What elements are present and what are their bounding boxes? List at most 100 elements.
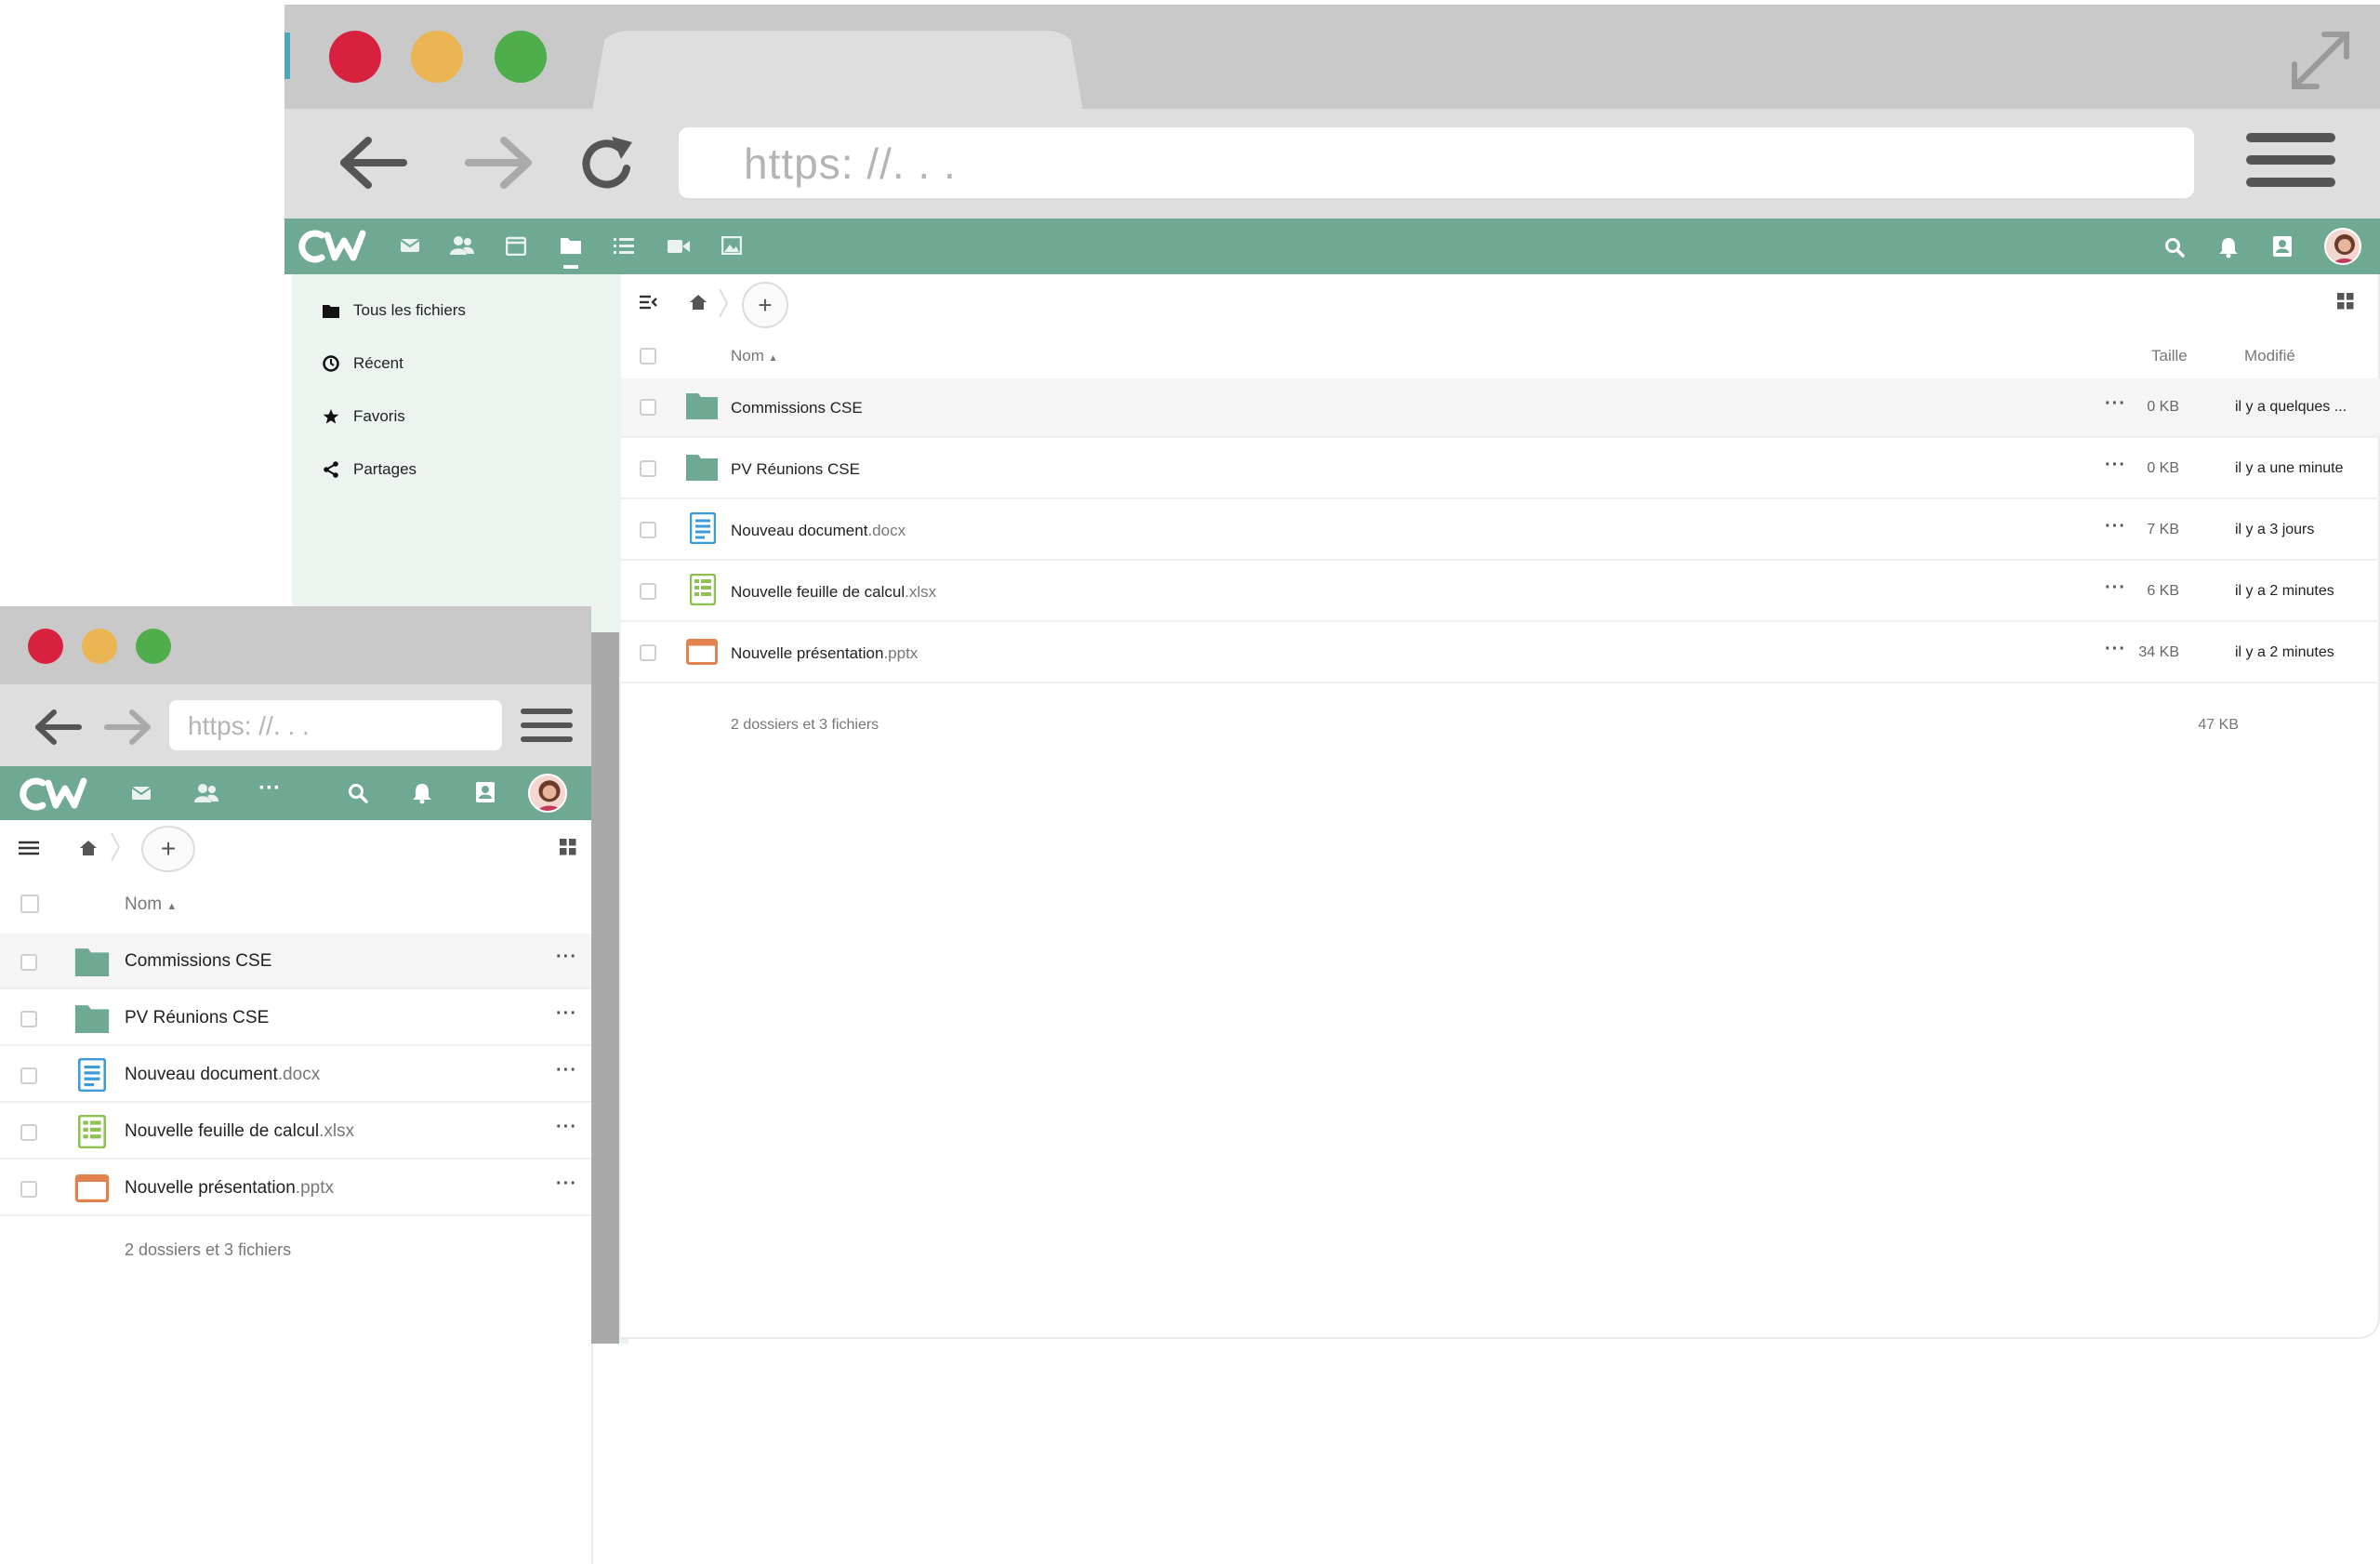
file-name[interactable]: Nouvelle présentation.pptx (731, 644, 918, 663)
browser-menu-icon[interactable] (521, 709, 573, 742)
table-row[interactable]: Nouveau document.docx ··· 7 KB il y a 3 … (621, 501, 2380, 561)
row-checkbox[interactable] (20, 1067, 37, 1084)
file-name[interactable]: Nouveau document.docx (731, 522, 906, 540)
more-apps-icon[interactable]: ··· (258, 775, 281, 802)
table-row[interactable]: PV Réunions CSE ··· 0 KB il y a une minu… (621, 440, 2380, 499)
row-checkbox[interactable] (640, 460, 656, 477)
folder-icon (74, 947, 110, 976)
file-name[interactable]: Nouveau document.docx (125, 1065, 320, 1085)
more-actions-icon[interactable]: ··· (556, 1173, 577, 1195)
column-name-header[interactable]: Nom ▲ (125, 895, 177, 915)
table-row[interactable]: Nouvelle feuille de calcul.xlsx ··· (0, 1104, 591, 1160)
back-arrow-icon[interactable] (33, 709, 84, 746)
bell-icon[interactable] (412, 782, 432, 804)
maximize-window-button[interactable] (136, 629, 171, 664)
home-icon[interactable] (80, 841, 97, 855)
sidebar-item-shares[interactable]: Partages (322, 456, 416, 484)
minimize-window-button[interactable] (411, 31, 463, 83)
close-window-button[interactable] (329, 31, 381, 83)
home-icon[interactable] (690, 295, 707, 310)
file-name[interactable]: Nouvelle feuille de calcul.xlsx (731, 583, 936, 602)
file-name[interactable]: Commissions CSE (731, 399, 863, 418)
row-checkbox[interactable] (640, 644, 656, 661)
column-size-header[interactable]: Taille (2151, 347, 2188, 365)
address-book-icon[interactable] (475, 781, 496, 803)
more-actions-icon[interactable]: ··· (556, 1117, 577, 1138)
sidebar-item-label: Tous les fichiers (353, 301, 466, 319)
search-icon[interactable] (2164, 237, 2185, 258)
search-icon[interactable] (348, 783, 368, 803)
menu-icon[interactable] (19, 841, 39, 855)
table-row[interactable]: Nouveau document.docx ··· (0, 1047, 591, 1103)
add-new-button[interactable]: + (141, 826, 195, 872)
files-main-panel: + Nom ▲ Taille Modifié Commissions CSE ·… (621, 274, 2380, 1339)
file-modified: il y a 2 minutes (2235, 583, 2334, 599)
select-all-checkbox[interactable] (20, 895, 39, 913)
grid-view-icon[interactable] (560, 839, 576, 855)
file-name[interactable]: PV Réunions CSE (125, 1008, 269, 1028)
add-new-button[interactable]: + (742, 282, 788, 328)
contacts-icon[interactable] (450, 235, 474, 256)
contacts-icon[interactable] (193, 783, 219, 803)
sidebar-item-recent[interactable]: Récent (322, 350, 403, 378)
file-modified: il y a quelques ... (2235, 399, 2347, 415)
app-header (284, 219, 2380, 274)
browser-tab[interactable] (591, 31, 1084, 116)
row-checkbox[interactable] (20, 1181, 37, 1198)
maximize-window-button[interactable] (495, 31, 547, 83)
toggle-sidebar-icon[interactable] (640, 295, 658, 310)
calendar-icon[interactable] (506, 235, 526, 256)
fullscreen-icon[interactable] (2283, 23, 2358, 98)
row-checkbox[interactable] (20, 954, 37, 971)
row-checkbox[interactable] (20, 1124, 37, 1141)
table-row[interactable]: PV Réunions CSE ··· (0, 990, 591, 1046)
table-row[interactable]: Commissions CSE ··· (0, 934, 591, 989)
table-row[interactable]: Commissions CSE ··· 0 KB il y a quelques… (621, 378, 2380, 438)
files-icon[interactable] (560, 235, 582, 256)
mail-icon[interactable] (400, 237, 420, 254)
browser-menu-icon[interactable] (2246, 133, 2335, 187)
reload-icon[interactable] (575, 131, 640, 196)
back-arrow-icon[interactable] (337, 135, 411, 191)
minimize-window-button[interactable] (82, 629, 117, 664)
files-main-panel: + Nom ▲ Commissions CSE ··· PV Réunions … (0, 820, 591, 1564)
avatar[interactable] (2324, 228, 2361, 265)
sidebar-item-all-files[interactable]: Tous les fichiers (322, 297, 466, 325)
row-checkbox[interactable] (20, 1011, 37, 1027)
gallery-icon[interactable] (721, 236, 742, 255)
address-bar[interactable]: https: //. . . (169, 700, 502, 750)
file-name[interactable]: Nouvelle présentation.pptx (125, 1178, 334, 1199)
more-actions-icon[interactable]: ··· (556, 1060, 577, 1081)
mail-icon[interactable] (130, 785, 152, 802)
grid-view-icon[interactable] (2337, 293, 2354, 310)
tasks-icon[interactable] (614, 237, 634, 256)
table-row[interactable]: Nouvelle présentation.pptx ··· (0, 1160, 591, 1216)
column-name-header[interactable]: Nom ▲ (731, 347, 778, 365)
file-name[interactable]: PV Réunions CSE (731, 460, 860, 479)
video-icon[interactable] (668, 238, 690, 255)
address-book-icon[interactable] (2272, 235, 2293, 258)
file-name[interactable]: Nouvelle feuille de calcul.xlsx (125, 1121, 354, 1142)
column-modified-header[interactable]: Modifié (2244, 347, 2295, 365)
more-actions-icon[interactable]: ··· (556, 1003, 577, 1025)
row-checkbox[interactable] (640, 522, 656, 538)
forward-arrow-icon[interactable] (102, 709, 152, 746)
select-all-checkbox[interactable] (640, 348, 656, 364)
presentation-icon (686, 639, 718, 665)
more-actions-icon[interactable]: ··· (556, 947, 577, 968)
table-row[interactable]: Nouvelle feuille de calcul.xlsx ··· 6 KB… (621, 563, 2380, 622)
sidebar-item-label: Favoris (353, 407, 405, 425)
forward-arrow-icon[interactable] (461, 135, 536, 191)
row-checkbox[interactable] (640, 399, 656, 416)
table-row[interactable]: Nouvelle présentation.pptx ··· 34 KB il … (621, 624, 2380, 683)
sidebar-item-favorites[interactable]: Favoris (322, 403, 405, 431)
avatar[interactable] (528, 774, 567, 813)
row-checkbox[interactable] (640, 583, 656, 600)
bell-icon[interactable] (2218, 236, 2239, 258)
scrollbar[interactable] (591, 632, 619, 1344)
cw-logo (13, 775, 95, 813)
address-bar[interactable]: https: //. . . (679, 127, 2194, 198)
file-modified: il y a 2 minutes (2235, 644, 2334, 660)
close-window-button[interactable] (28, 629, 63, 664)
file-name[interactable]: Commissions CSE (125, 951, 271, 972)
